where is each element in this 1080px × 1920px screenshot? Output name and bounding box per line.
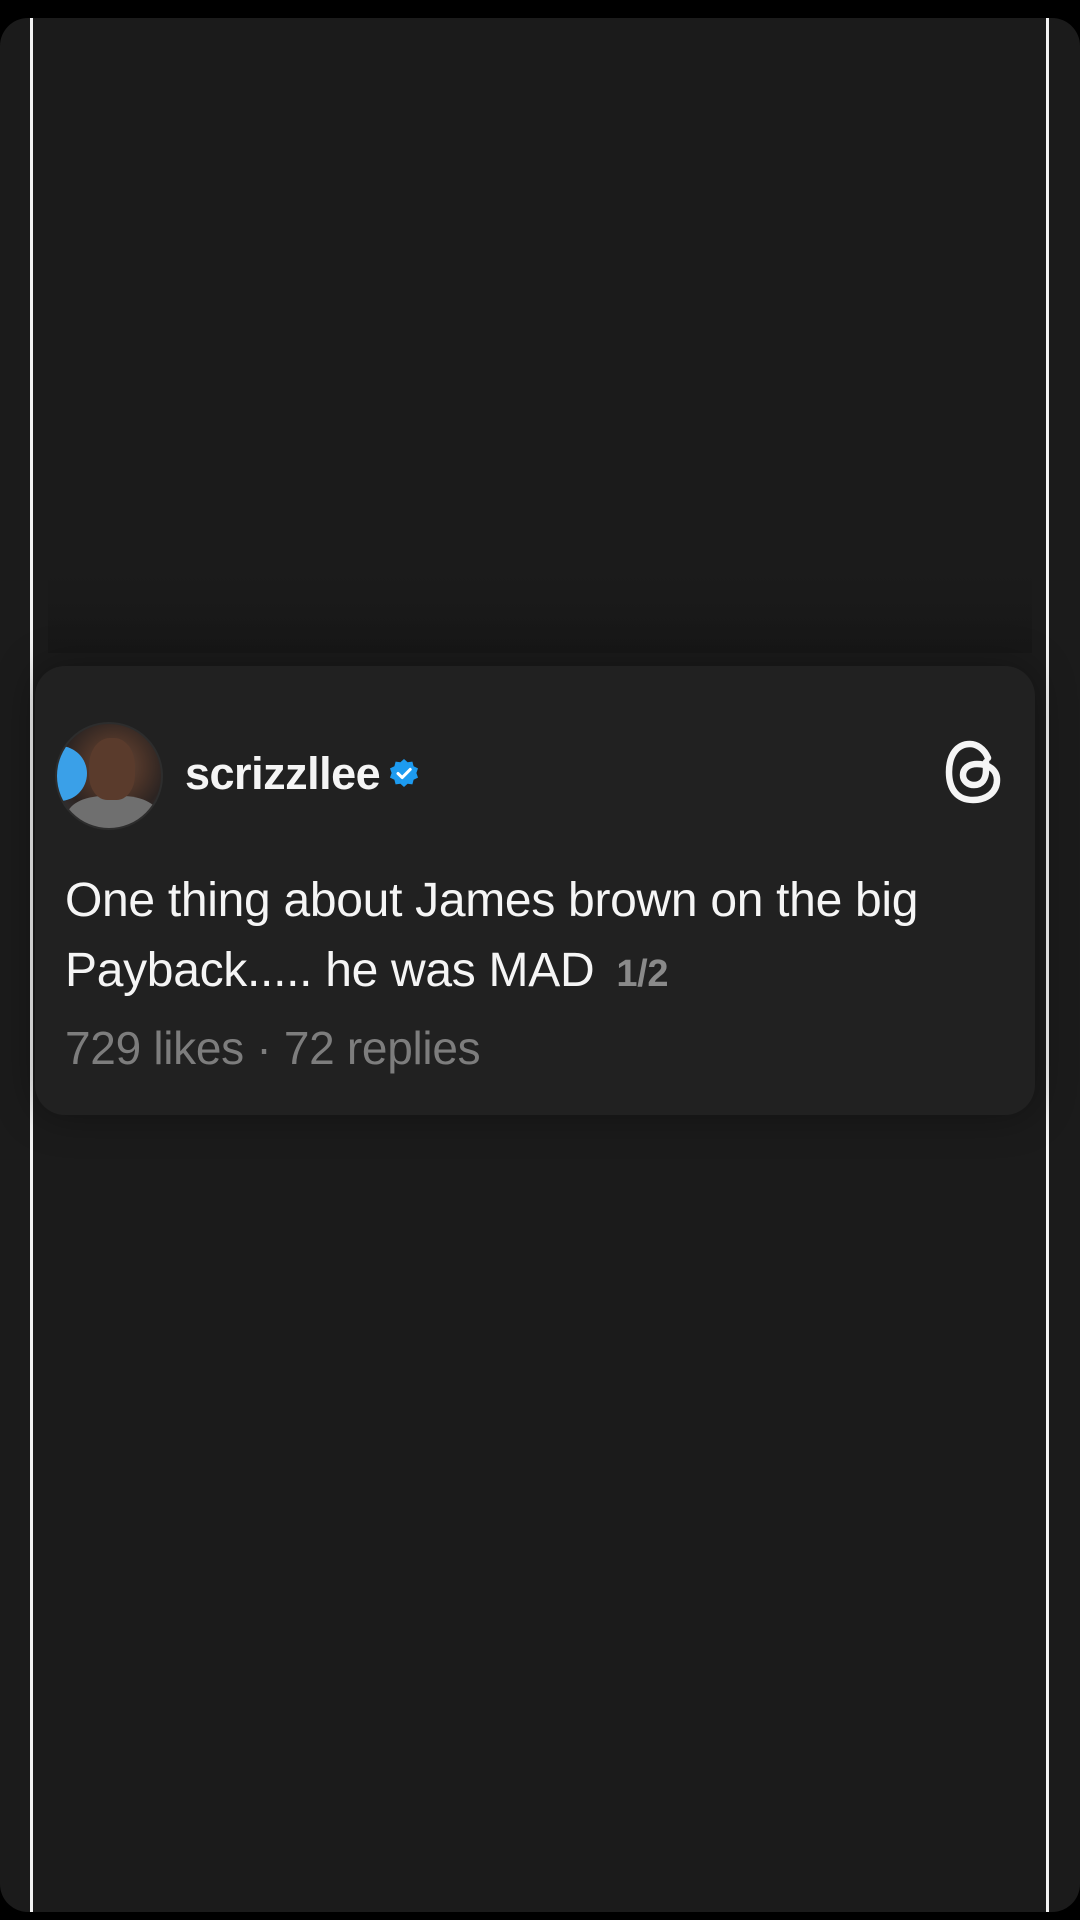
replies-count[interactable]: 72 replies [284, 1022, 481, 1074]
username[interactable]: scrizzllee [185, 748, 381, 800]
post-text: One thing about James brown on the big P… [65, 866, 1025, 1009]
threads-logo-icon[interactable] [943, 738, 1005, 806]
avatar-shirt [67, 796, 159, 828]
card-shadow [48, 573, 1032, 653]
thread-page-indicator: 1/2 [616, 953, 669, 995]
stats-separator: · [256, 1022, 272, 1074]
post-card[interactable]: scrizzllee One thing about James brown o… [35, 666, 1035, 1115]
screen: scrizzllee One thing about James brown o… [0, 18, 1080, 1912]
avatar[interactable] [55, 722, 163, 830]
avatar-background [57, 746, 87, 801]
left-edge-line [30, 18, 33, 1912]
verified-badge-icon [390, 759, 419, 787]
username-row: scrizzllee [185, 746, 420, 802]
post-body: One thing about James brown on the big P… [65, 874, 919, 997]
avatar-face [89, 738, 135, 800]
right-edge-line [1046, 18, 1049, 1912]
likes-count[interactable]: 729 likes [65, 1022, 244, 1074]
post-stats: 729 likes · 72 replies [65, 1018, 481, 1078]
